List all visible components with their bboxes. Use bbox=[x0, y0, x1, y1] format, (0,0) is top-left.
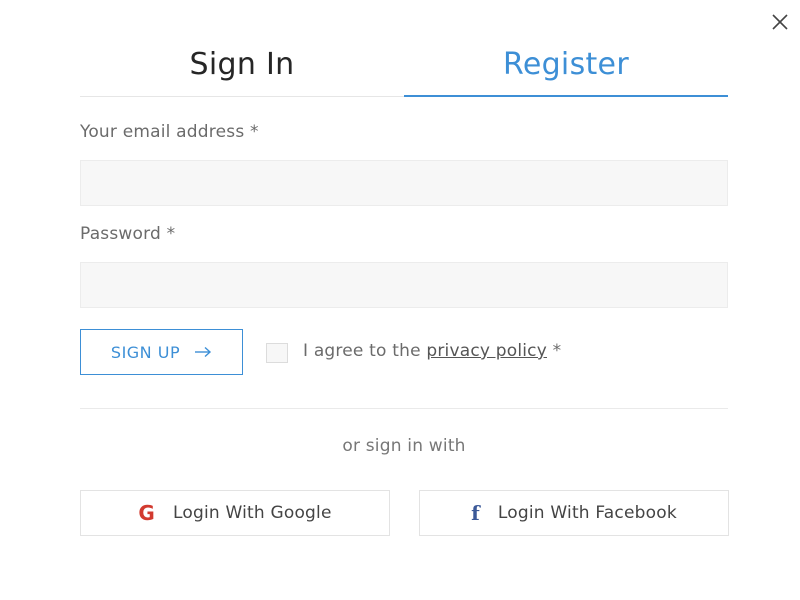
privacy-agree-text: I agree to the privacy policy * bbox=[303, 341, 561, 361]
divider bbox=[80, 408, 728, 409]
sign-up-label: SIGN UP bbox=[110, 342, 181, 362]
google-icon: G bbox=[138, 501, 155, 525]
password-field[interactable] bbox=[80, 262, 728, 308]
privacy-policy-link[interactable]: privacy policy bbox=[426, 341, 547, 361]
login-google-button[interactable]: G Login With Google bbox=[80, 490, 390, 536]
tab-sign-in[interactable]: Sign In bbox=[80, 40, 404, 96]
email-field[interactable] bbox=[80, 160, 728, 206]
tab-register[interactable]: Register bbox=[404, 40, 728, 97]
password-label: Password * bbox=[80, 224, 176, 244]
facebook-icon: f bbox=[471, 501, 480, 525]
login-facebook-button[interactable]: f Login With Facebook bbox=[419, 490, 729, 536]
close-button[interactable] bbox=[770, 12, 790, 32]
google-button-label: Login With Google bbox=[173, 503, 332, 523]
or-sign-in-with-text: or sign in with bbox=[342, 436, 466, 456]
arrow-right-icon bbox=[194, 346, 212, 358]
close-icon bbox=[772, 14, 788, 30]
email-label: Your email address * bbox=[80, 122, 259, 142]
register-modal: Sign In Register Your email address * Pa… bbox=[0, 0, 800, 600]
agree-prefix: I agree to the bbox=[303, 341, 427, 361]
auth-tabs: Sign In Register bbox=[80, 40, 728, 97]
sign-up-button[interactable]: SIGN UP bbox=[80, 329, 243, 375]
facebook-button-label: Login With Facebook bbox=[497, 503, 677, 523]
privacy-agree-checkbox[interactable] bbox=[266, 343, 288, 363]
agree-suffix: * bbox=[546, 341, 562, 361]
